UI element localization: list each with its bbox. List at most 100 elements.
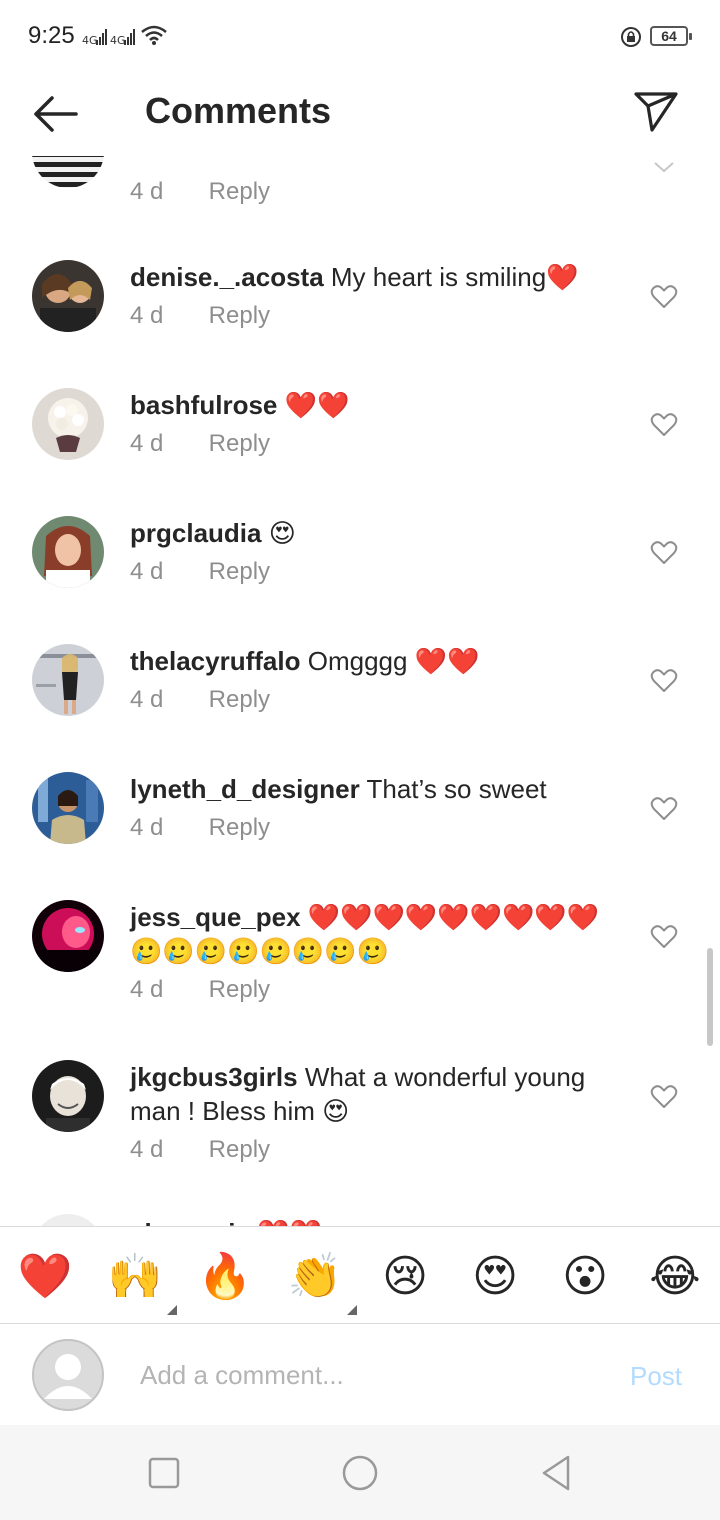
comment-composer: Post xyxy=(0,1325,720,1425)
comment-age: 4 d xyxy=(130,430,164,457)
comment-message: ❤️❤️ xyxy=(277,390,350,420)
reply-button[interactable]: Reply xyxy=(209,814,270,841)
comment-body: jess_que_pex ❤️❤️❤️❤️❤️❤️❤️❤️❤️🥲🥲🥲🥲🥲🥲🥲🥲 … xyxy=(130,900,620,1004)
comment-username[interactable]: prgclaudia xyxy=(130,518,261,548)
reply-button[interactable]: Reply xyxy=(209,558,270,585)
battery-indicator: 64 xyxy=(650,26,692,46)
comment-text: denise._.acosta My heart is smiling❤️ xyxy=(130,260,620,294)
comment-meta: 4 d Reply xyxy=(130,430,620,458)
emoji-raised-hands-button[interactable]: 🙌 xyxy=(107,1249,177,1315)
emoji-clap-button[interactable]: 👏 xyxy=(287,1249,357,1315)
current-user-avatar xyxy=(32,1339,104,1411)
comment-message: 😍 xyxy=(261,518,296,548)
comment-age: 4 d xyxy=(130,814,164,841)
back-nav-icon[interactable] xyxy=(536,1453,576,1493)
comment-text: jess_que_pex ❤️❤️❤️❤️❤️❤️❤️❤️❤️🥲🥲🥲🥲🥲🥲🥲🥲 xyxy=(130,900,620,968)
comment-meta: 4 d Reply xyxy=(130,1136,620,1164)
comment-meta: 4 d Reply xyxy=(130,178,620,206)
reply-button[interactable]: Reply xyxy=(209,1136,270,1163)
comment-username[interactable]: alexmaria xyxy=(130,1218,250,1226)
comment-age: 4 d xyxy=(130,302,164,329)
avatar[interactable] xyxy=(32,156,104,188)
reply-button[interactable]: Reply xyxy=(209,686,270,713)
back-arrow-icon[interactable] xyxy=(28,92,84,136)
svg-text:4G: 4G xyxy=(110,34,126,46)
comment-message: ❤️❤️ xyxy=(250,1218,322,1226)
reply-button[interactable]: Reply xyxy=(209,178,270,205)
emoji-laughing-button[interactable]: 😂 xyxy=(647,1249,703,1305)
status-time: 9:25 xyxy=(28,22,75,49)
emoji-crying-button[interactable]: 😢 xyxy=(377,1249,433,1305)
comment-body: bashfulrose ❤️❤️ 4 d Reply xyxy=(130,388,620,458)
comment-message: My heart is smiling❤️ xyxy=(323,262,579,292)
comment-meta: 4 d Reply xyxy=(130,686,620,714)
comment-age: 4 d xyxy=(130,1136,164,1163)
avatar[interactable] xyxy=(32,1060,104,1132)
comment-body: lyneth_d_designer That’s so sweet 4 d Re… xyxy=(130,772,620,842)
system-nav-bar xyxy=(0,1425,720,1520)
send-direct-icon[interactable] xyxy=(630,86,682,138)
avatar[interactable] xyxy=(32,260,104,332)
comment-message: Omgggg ❤️❤️ xyxy=(300,646,480,676)
avatar[interactable] xyxy=(32,644,104,716)
comment-text: alexmaria ❤️❤️ xyxy=(130,1216,620,1226)
comment-meta: 4 d Reply xyxy=(130,814,620,842)
reply-button[interactable]: Reply xyxy=(209,302,270,329)
signal-icon: 4G xyxy=(82,29,107,46)
comment-age: 4 d xyxy=(130,976,164,1003)
comment-username[interactable]: jkgcbus3girls xyxy=(130,1062,298,1092)
comment-age: 4 d xyxy=(130,686,164,713)
comments-list[interactable]: 4 d Reply denise._.acosta My heart is sm… xyxy=(0,156,720,1226)
comment-body: denise._.acosta My heart is smiling❤️ 4 … xyxy=(130,260,620,330)
comment-body: jkgcbus3girls What a wonderful young man… xyxy=(130,1060,620,1164)
header: Comments xyxy=(0,72,720,156)
chevron-down-icon[interactable] xyxy=(652,160,676,174)
rotation-lock-icon xyxy=(621,27,641,47)
like-heart-icon[interactable] xyxy=(650,412,678,438)
emoji-reaction-bar: ❤️ 🙌 🔥 👏 😢 😍 😮 😂 xyxy=(0,1226,720,1324)
recent-apps-icon[interactable] xyxy=(144,1453,184,1493)
comment-message: That’s so sweet xyxy=(359,774,547,804)
comment-text: bashfulrose ❤️❤️ xyxy=(130,388,620,422)
comment-username[interactable]: denise._.acosta xyxy=(130,262,324,292)
comment-text: prgclaudia 😍 xyxy=(130,516,620,550)
svg-text:4G: 4G xyxy=(82,34,98,46)
emoji-heart-button[interactable]: ❤️ xyxy=(17,1249,73,1305)
like-heart-icon[interactable] xyxy=(650,540,678,566)
like-heart-icon[interactable] xyxy=(650,1084,678,1110)
reply-button[interactable]: Reply xyxy=(209,430,270,457)
status-bar: 9:25 4G 4G 64 xyxy=(0,0,720,72)
comment-input[interactable] xyxy=(140,1353,600,1397)
home-icon[interactable] xyxy=(340,1453,380,1493)
comment-username[interactable]: jess_que_pex xyxy=(130,902,301,932)
comment-age: 4 d xyxy=(130,558,164,585)
post-button[interactable]: Post xyxy=(630,1361,682,1392)
comment-username[interactable]: lyneth_d_designer xyxy=(130,774,360,804)
comment-meta: 4 d Reply xyxy=(130,302,620,330)
emoji-heart-eyes-button[interactable]: 😍 xyxy=(467,1249,523,1305)
scrollbar[interactable] xyxy=(707,948,713,1046)
avatar[interactable] xyxy=(32,1214,104,1226)
comment-username[interactable]: bashfulrose xyxy=(130,390,277,420)
comment-body: alexmaria ❤️❤️ xyxy=(130,1216,620,1226)
signal-icon-2: 4G xyxy=(110,29,135,46)
avatar[interactable] xyxy=(32,900,104,972)
like-heart-icon[interactable] xyxy=(650,924,678,950)
comment-text: lyneth_d_designer That’s so sweet xyxy=(130,772,620,806)
comment-username[interactable]: thelacyruffalo xyxy=(130,646,301,676)
comment-body: thelacyruffalo Omgggg ❤️❤️ 4 d Reply xyxy=(130,644,620,714)
emoji-surprised-button[interactable]: 😮 xyxy=(557,1249,613,1305)
reply-button[interactable]: Reply xyxy=(209,976,270,1003)
like-heart-icon[interactable] xyxy=(650,796,678,822)
wifi-icon xyxy=(141,25,167,45)
page-title: Comments xyxy=(145,90,332,131)
avatar[interactable] xyxy=(32,516,104,588)
avatar[interactable] xyxy=(32,388,104,460)
comment-meta: 4 d Reply xyxy=(130,976,620,1004)
emoji-fire-button[interactable]: 🔥 xyxy=(197,1249,253,1305)
avatar[interactable] xyxy=(32,772,104,844)
comment-meta: 4 d Reply xyxy=(130,558,620,586)
like-heart-icon[interactable] xyxy=(650,284,678,310)
comment-body: 4 d Reply xyxy=(130,170,620,206)
like-heart-icon[interactable] xyxy=(650,668,678,694)
